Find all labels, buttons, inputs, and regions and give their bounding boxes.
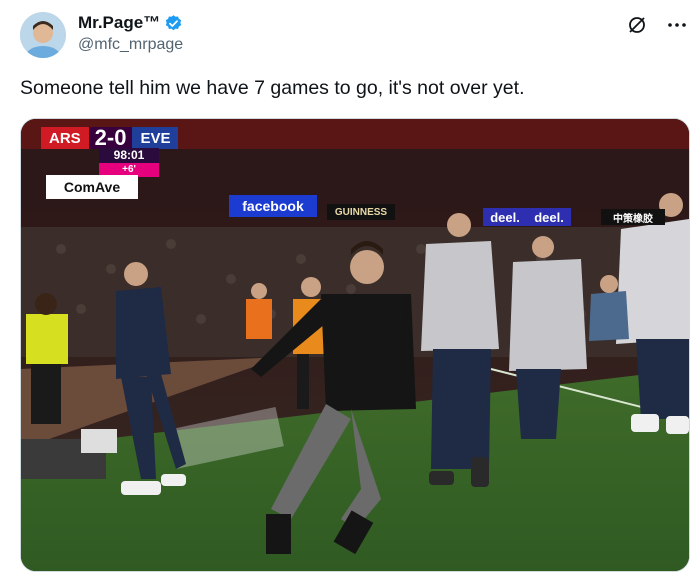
author-handle[interactable]: @mfc_mrpage: [78, 34, 183, 56]
person-grey-coach-center: [421, 213, 499, 487]
ad-board-deel-1: deel.: [483, 208, 527, 226]
ad-board-deel-2: deel.: [527, 208, 571, 226]
ad-board-guinness: GUINNESS: [327, 204, 395, 220]
home-team: ARS: [41, 127, 89, 149]
ad-board-comave: ComAve: [46, 175, 138, 199]
grok-icon[interactable]: [626, 14, 648, 36]
ad-board-facebook: facebook: [229, 195, 317, 217]
author-name[interactable]: Mr.Page™: [78, 12, 160, 34]
scoreboard: ARS 2-0 EVE: [41, 125, 179, 150]
match-clock: 98:01: [99, 148, 159, 163]
away-team: EVE: [132, 127, 179, 149]
post-text: Someone tell him we have 7 games to go, …: [20, 77, 525, 99]
post-header: Mr.Page™ @mfc_mrpage: [20, 10, 690, 62]
ad-board-chinese: 中策橡胶: [601, 209, 665, 225]
author-name-row[interactable]: Mr.Page™: [78, 12, 183, 34]
score: 2-0: [88, 125, 133, 150]
verified-badge-icon: [164, 14, 183, 33]
more-options-icon[interactable]: [666, 14, 688, 36]
avatar[interactable]: [20, 12, 66, 58]
post-media-image[interactable]: ARS 2-0 EVE 98:01 +6' ComAve facebook GU…: [20, 118, 690, 572]
